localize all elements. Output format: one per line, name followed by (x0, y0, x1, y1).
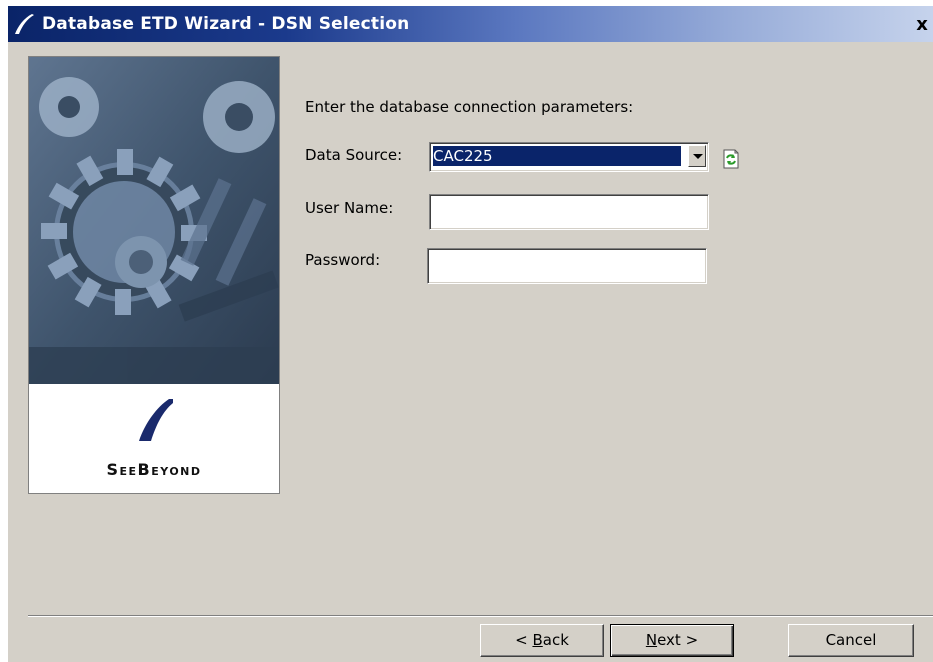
refresh-icon[interactable] (721, 149, 741, 169)
close-button[interactable]: X (911, 14, 933, 36)
instruction-text: Enter the database connection parameters… (305, 98, 634, 116)
user-name-field[interactable] (429, 194, 709, 230)
footer-divider (28, 615, 933, 617)
next-button[interactable]: Next > (610, 624, 734, 657)
password-field[interactable] (427, 248, 707, 284)
wizard-side-panel: SeeBeyond (28, 56, 280, 494)
gears-image-icon (29, 57, 279, 384)
title-bar[interactable]: Database ETD Wizard - DSN Selection (8, 6, 933, 42)
data-source-dropdown[interactable]: CAC225 (429, 142, 709, 172)
cancel-button[interactable]: Cancel (788, 624, 914, 657)
seebeyond-logo-icon (139, 399, 173, 441)
user-name-label: User Name: (305, 199, 394, 217)
brand-name: SeeBeyond (106, 460, 202, 479)
chevron-down-icon[interactable] (688, 145, 706, 167)
window-title: Database ETD Wizard - DSN Selection (42, 14, 410, 34)
data-source-selected-value: CAC225 (432, 145, 682, 167)
password-label: Password: (305, 251, 381, 269)
data-source-label: Data Source: (305, 146, 403, 164)
close-icon: X (916, 14, 928, 35)
wizard-window: Database ETD Wizard - DSN Selection X (8, 6, 933, 662)
app-logo-icon (15, 14, 34, 34)
back-button[interactable]: < Back (480, 624, 604, 657)
